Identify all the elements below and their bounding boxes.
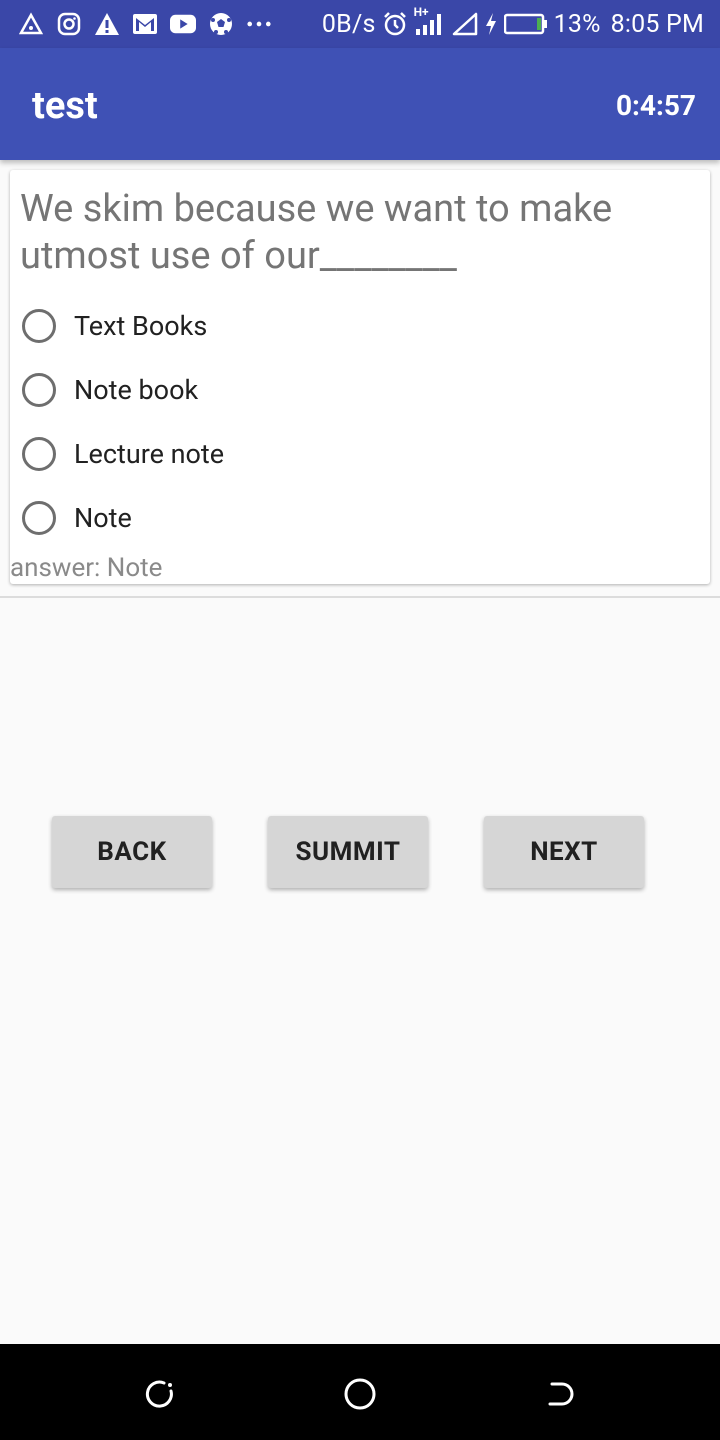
radio-button[interactable] (22, 501, 56, 535)
option-label: Note (74, 502, 132, 534)
option-note[interactable]: Note (22, 486, 692, 550)
soccer-ball-icon (208, 11, 234, 37)
next-button[interactable]: NEXT (484, 816, 644, 888)
gmail-icon (132, 11, 158, 37)
radio-button[interactable] (22, 309, 56, 343)
alert-icon (94, 11, 120, 37)
options-radio-group: Text Books Note book Lecture note Note (22, 294, 692, 550)
option-note-book[interactable]: Note book (22, 358, 692, 422)
question-card: We skim because we want to make utmost u… (10, 170, 710, 584)
option-lecture-note[interactable]: Lecture note (22, 422, 692, 486)
more-dots-icon (246, 11, 272, 37)
instagram-icon (56, 11, 82, 37)
countdown-timer: 0:4:57 (615, 89, 696, 122)
battery-percent: 13% (553, 9, 601, 39)
radio-button[interactable] (22, 437, 56, 471)
option-label: Text Books (74, 310, 208, 342)
navigation-bar (0, 1344, 720, 1440)
charging-icon (484, 11, 498, 37)
home-icon[interactable] (340, 1374, 380, 1414)
option-label: Note book (74, 374, 199, 406)
app-bar: test 0:4:57 (0, 48, 720, 160)
answer-text: answer: Note (10, 553, 163, 583)
back-icon[interactable] (540, 1374, 580, 1414)
submit-button[interactable]: SUMMIT (268, 816, 428, 888)
youtube-icon (170, 11, 196, 37)
battery-icon (503, 11, 548, 37)
question-text: We skim because we want to make utmost u… (20, 187, 613, 278)
no-sim-signal-icon (452, 11, 478, 37)
page-title: test (32, 84, 98, 128)
divider (0, 596, 720, 598)
network-type: H+ (413, 5, 429, 19)
status-bar: 0B/s H+ 13% 8:05 PM (0, 0, 720, 48)
clock: 8:05 PM (610, 9, 704, 39)
system-status: 0B/s H+ 13% 8:05 PM (321, 5, 704, 40)
back-button[interactable]: BACK (52, 816, 212, 888)
notification-icons (18, 8, 272, 40)
option-text-books[interactable]: Text Books (22, 294, 692, 358)
warning-triangle-outline-icon (18, 11, 44, 37)
radio-button[interactable] (22, 373, 56, 407)
signal-icon: H+ (414, 5, 446, 37)
net-speed: 0B/s (321, 9, 376, 39)
recents-icon[interactable] (140, 1374, 180, 1414)
option-label: Lecture note (74, 438, 225, 470)
alarm-icon (382, 11, 408, 37)
